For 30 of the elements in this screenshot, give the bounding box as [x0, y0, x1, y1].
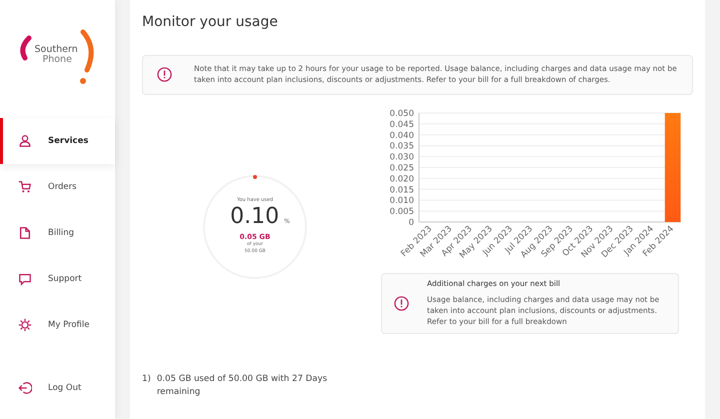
- brand-logo: Southern Phone: [16, 28, 98, 90]
- usage-percent: 0.10: [230, 204, 280, 229]
- sidebar-item[interactable]: Billing: [0, 210, 115, 256]
- y-tick-label: 0.010: [390, 196, 414, 206]
- document-icon: [18, 226, 32, 240]
- sidebar-item[interactable]: My Profile: [0, 302, 115, 348]
- alert-icon: [394, 296, 409, 311]
- logout-button[interactable]: Log Out: [0, 365, 115, 411]
- chat-icon: [18, 272, 32, 286]
- y-tick-label: 0.020: [390, 174, 414, 184]
- y-tick-label: 0: [408, 218, 414, 228]
- page-title: Monitor your usage: [142, 14, 279, 31]
- y-tick-label: 0.015: [390, 184, 414, 195]
- alert-icon: [157, 67, 172, 82]
- sidebar-item[interactable]: Support: [0, 256, 115, 302]
- y-tick-label: 0.005: [390, 206, 414, 217]
- sidebar-item[interactable]: Orders: [0, 164, 115, 210]
- y-tick-label: 0.045: [390, 119, 414, 130]
- sidebar-item[interactable]: Services: [0, 118, 115, 164]
- y-tick-label: 0.035: [390, 141, 414, 152]
- gear-icon: [18, 318, 32, 332]
- y-tick-label: 0.040: [390, 130, 414, 140]
- user-icon: [18, 134, 32, 148]
- footnote-marker: 1): [142, 373, 151, 386]
- logout-icon: [18, 381, 32, 395]
- y-tick-label: 0.050: [390, 108, 414, 119]
- footnote-text: 0.05 GB used of 50.00 GB with 27 Days remaining: [156, 373, 328, 399]
- y-tick-label: 0.025: [390, 163, 414, 174]
- cart-icon: [18, 180, 32, 194]
- y-tick-label: 0.030: [390, 152, 414, 162]
